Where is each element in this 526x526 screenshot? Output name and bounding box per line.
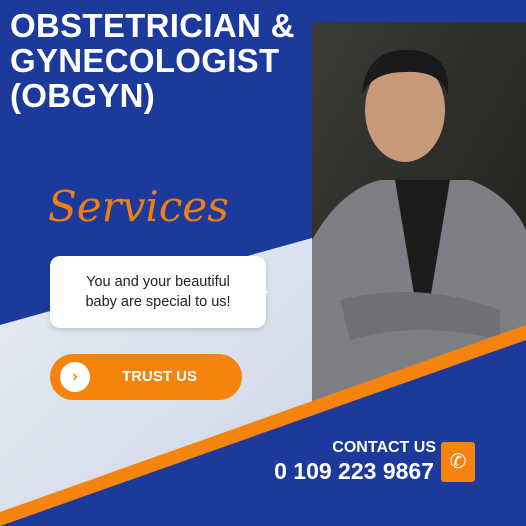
chevron-right-icon: › xyxy=(60,362,90,392)
phone-number[interactable]: 0 109 223 9867 xyxy=(274,458,434,485)
trust-us-label: TRUST US xyxy=(122,368,197,385)
services-heading: Services xyxy=(48,182,229,231)
title-line: (OBGYN) xyxy=(10,77,156,114)
title-line: OBSTETRICIAN & xyxy=(10,7,295,44)
contact-label: CONTACT US xyxy=(332,439,436,456)
page-title: OBSTETRICIAN & GYNECOLOGIST (OBGYN) xyxy=(10,8,295,113)
trust-us-button[interactable]: › TRUST US xyxy=(50,354,242,400)
message-bubble: You and your beautiful baby are special … xyxy=(50,256,268,328)
message-line: You and your beautiful xyxy=(86,274,230,290)
title-line: GYNECOLOGIST xyxy=(10,42,280,79)
message-line: baby are special to us! xyxy=(85,294,231,310)
phone-icon[interactable]: ✆ xyxy=(441,442,475,482)
